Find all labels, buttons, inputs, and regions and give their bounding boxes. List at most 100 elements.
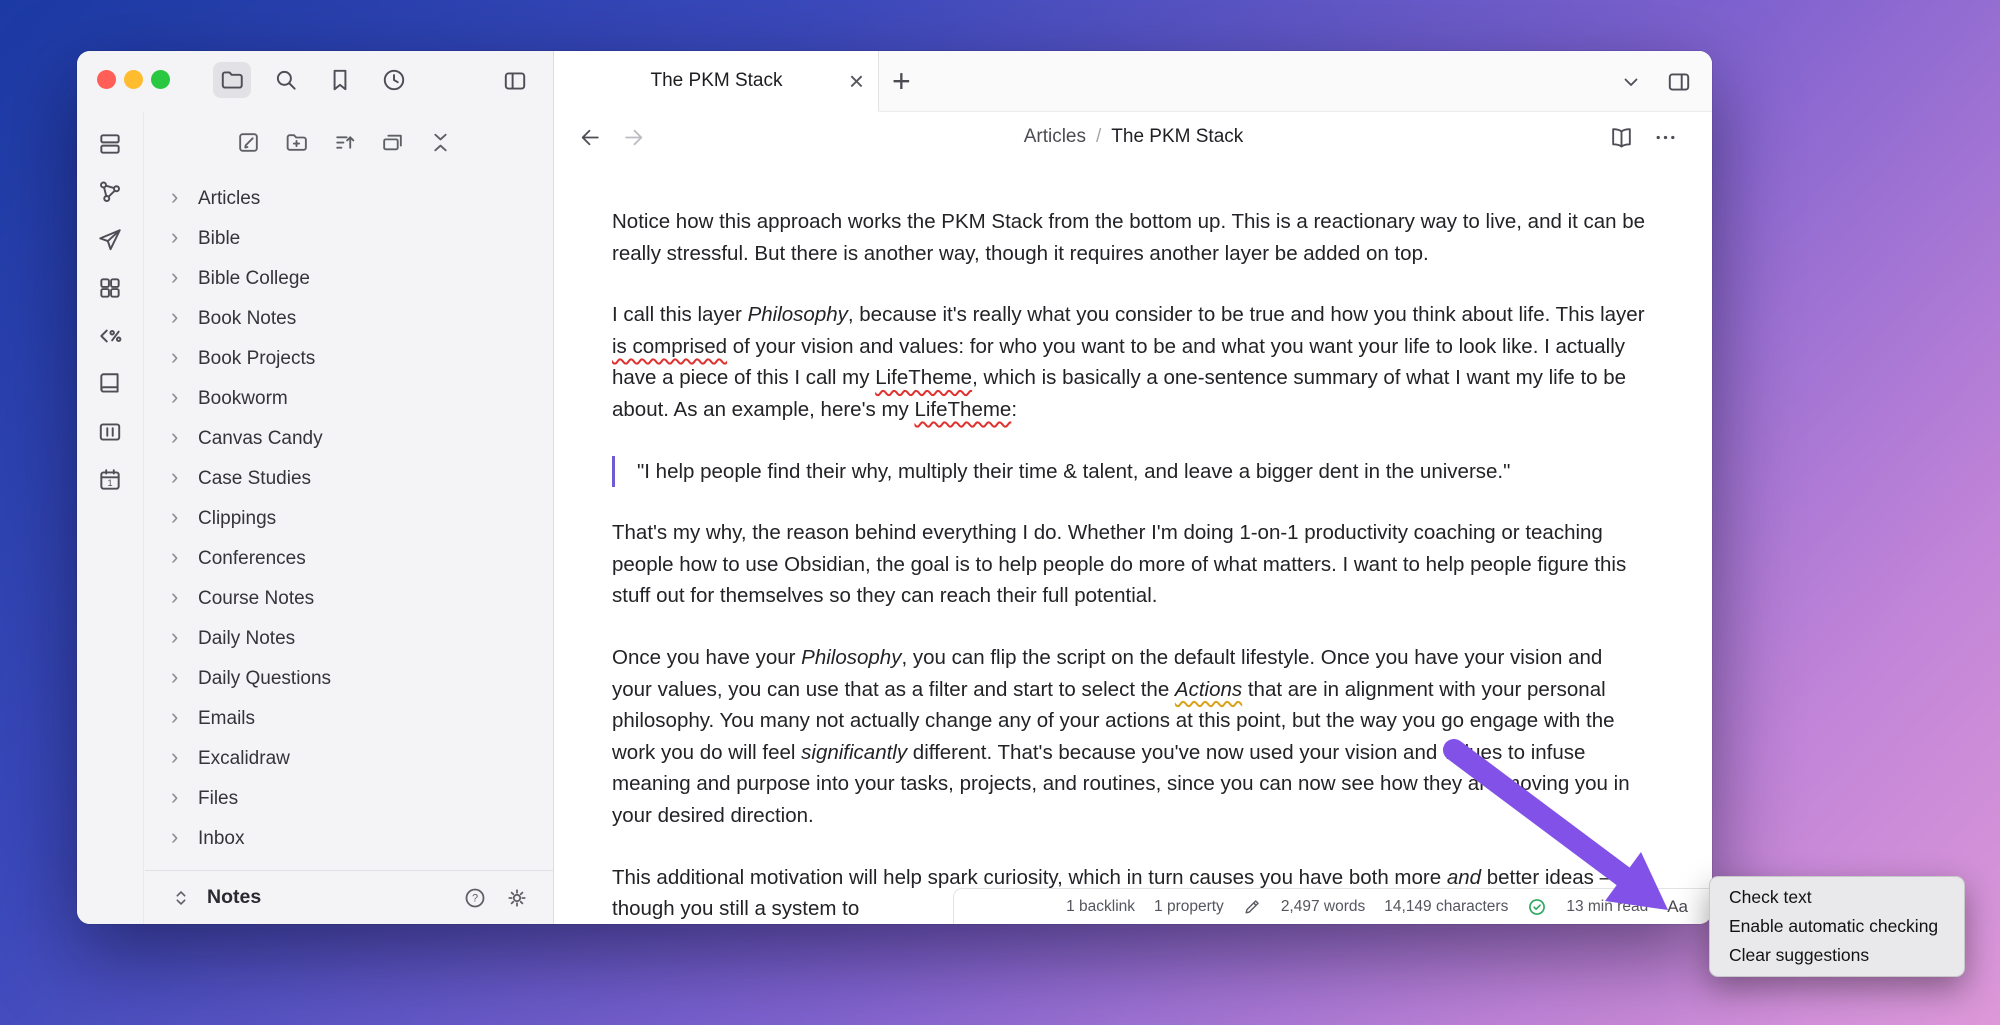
folder-item[interactable]: › Case Studies: [145, 459, 553, 499]
folder-item[interactable]: › Bible College: [145, 259, 553, 299]
property-count[interactable]: 1 property: [1154, 898, 1224, 916]
note-content[interactable]: Notice how this approach works the PKM S…: [555, 162, 1712, 924]
tab-bar: The PKM Stack × +: [555, 51, 1712, 112]
text-segment: Actions: [1174, 677, 1243, 701]
check-circle-icon[interactable]: [1527, 897, 1547, 917]
paragraph: Once you have your Philosophy, you can f…: [612, 642, 1647, 832]
chevron-right-icon: ›: [171, 184, 179, 209]
chevron-right-icon: ›: [171, 584, 179, 609]
toggle-right-sidebar-icon[interactable]: [1665, 51, 1693, 112]
chevron-right-icon: ›: [171, 664, 179, 689]
close-window-button[interactable]: [97, 70, 116, 89]
folder-item[interactable]: › Emails: [145, 699, 553, 739]
settings-gear-icon[interactable]: [503, 884, 531, 912]
daily-note-calendar-icon[interactable]: 1: [77, 456, 143, 504]
explorer-toolbar: [235, 129, 454, 156]
blockquote-text: "I help people find their why, multiply …: [637, 459, 1511, 483]
breadcrumb-parent[interactable]: Articles: [1024, 126, 1086, 148]
paragraph: That's my why, the reason behind everyth…: [612, 517, 1647, 612]
left-sidebar: 1 › Articles › Bible › Bible College › B…: [77, 51, 554, 924]
text-segment: :: [1011, 397, 1018, 421]
chevron-right-icon: ›: [171, 264, 179, 289]
folder-name: Clippings: [198, 508, 277, 529]
sort-order-icon[interactable]: [331, 129, 358, 156]
read-time: 13 min read: [1566, 897, 1649, 915]
folder-item[interactable]: › Excalidraw: [145, 739, 553, 779]
chevron-right-icon: ›: [171, 424, 179, 449]
text-segment: LifeTheme: [914, 397, 1012, 421]
text-segment: significantly: [801, 740, 908, 764]
word-count: 2,497 words: [1280, 897, 1366, 915]
breadcrumb-current: The PKM Stack: [1111, 126, 1244, 147]
paragraph: Notice how this approach works the PKM S…: [612, 206, 1647, 269]
backlink-count[interactable]: 1 backlink: [1066, 898, 1135, 916]
breadcrumb: Articles / The PKM Stack: [555, 112, 1712, 162]
book-icon[interactable]: [77, 360, 143, 408]
context-menu-item[interactable]: Check text: [1716, 883, 1958, 912]
kanban-card-icon[interactable]: [77, 408, 143, 456]
minimize-window-button[interactable]: [124, 70, 143, 89]
edit-mode-pencil-icon[interactable]: [1243, 897, 1262, 916]
folder-item[interactable]: › Book Notes: [145, 299, 553, 339]
chevron-right-icon: ›: [171, 784, 179, 809]
text-segment: Philosophy: [801, 645, 902, 669]
graph-icon[interactable]: [77, 168, 143, 216]
folder-name: Case Studies: [198, 468, 312, 489]
reading-view-book-icon[interactable]: [1607, 112, 1635, 162]
paper-plane-icon[interactable]: [77, 216, 143, 264]
collapse-all-icon[interactable]: [427, 129, 454, 156]
ribbon: 1: [77, 112, 144, 924]
chevron-right-icon: ›: [171, 624, 179, 649]
tab-title: The PKM Stack: [650, 70, 783, 91]
text-segment: Notice how this approach works the PKM S…: [612, 210, 1646, 265]
chevron-right-icon: ›: [171, 704, 179, 729]
context-menu-item[interactable]: Clear suggestions: [1716, 941, 1958, 970]
help-icon[interactable]: ?: [461, 884, 489, 912]
language-tool-button[interactable]: Aa: [1667, 897, 1688, 917]
folder-item[interactable]: › Files: [145, 779, 553, 819]
text-segment: LifeTheme: [875, 366, 973, 390]
chevron-right-icon: ›: [171, 304, 179, 329]
view-header: Articles / The PKM Stack: [555, 112, 1712, 162]
folder-name: Files: [198, 788, 239, 809]
folder-item[interactable]: › Daily Notes: [145, 619, 553, 659]
folder-item[interactable]: › Canvas Candy: [145, 419, 553, 459]
new-note-icon[interactable]: [235, 129, 262, 156]
folder-item[interactable]: › Bookworm: [145, 379, 553, 419]
status-bar: 1 backlink 1 property 2,497 words 14,149…: [953, 888, 1712, 924]
new-folder-icon[interactable]: [283, 129, 310, 156]
folder-name: Daily Notes: [198, 628, 296, 649]
folder-name: Daily Questions: [198, 668, 332, 689]
folder-name: Conferences: [198, 548, 306, 569]
chevron-right-icon: ›: [171, 464, 179, 489]
folder-name: Inbox: [198, 828, 245, 849]
tab-the-pkm-stack[interactable]: The PKM Stack ×: [555, 51, 879, 112]
folder-item[interactable]: › Daily Questions: [145, 659, 553, 699]
vault-name[interactable]: Notes: [207, 886, 261, 909]
template-code-icon[interactable]: [77, 312, 143, 360]
chevron-right-icon: ›: [171, 344, 179, 369]
folder-name: Book Notes: [198, 308, 297, 329]
grid-icon[interactable]: [77, 264, 143, 312]
vault-switcher-icon[interactable]: [167, 884, 195, 912]
folder-item[interactable]: › Course Notes: [145, 579, 553, 619]
close-tab-icon[interactable]: ×: [849, 68, 864, 94]
folder-name: Bible College: [198, 268, 310, 289]
folder-item[interactable]: › Inbox: [145, 819, 553, 859]
obsidian-window: 1 › Articles › Bible › Bible College › B…: [77, 51, 1712, 924]
more-options-icon[interactable]: [1651, 112, 1679, 162]
folder-item[interactable]: › Bible: [145, 219, 553, 259]
folder-name: Bible: [198, 228, 241, 249]
folder-item[interactable]: › Book Projects: [145, 339, 553, 379]
stacked-tabs-icon[interactable]: [379, 129, 406, 156]
text-segment: This additional motivation will help spa…: [612, 865, 1447, 889]
folder-item[interactable]: › Clippings: [145, 499, 553, 539]
folder-item[interactable]: › Conferences: [145, 539, 553, 579]
tab-list-chevron-icon[interactable]: [1617, 51, 1645, 112]
text-segment: Once you have your: [612, 645, 802, 669]
context-menu-item[interactable]: Enable automatic checking: [1716, 912, 1958, 941]
folder-item[interactable]: › Articles: [145, 179, 553, 219]
character-count: 14,149 characters: [1384, 897, 1509, 915]
new-tab-button[interactable]: +: [892, 51, 911, 112]
stacked-panels-icon[interactable]: [77, 120, 143, 168]
